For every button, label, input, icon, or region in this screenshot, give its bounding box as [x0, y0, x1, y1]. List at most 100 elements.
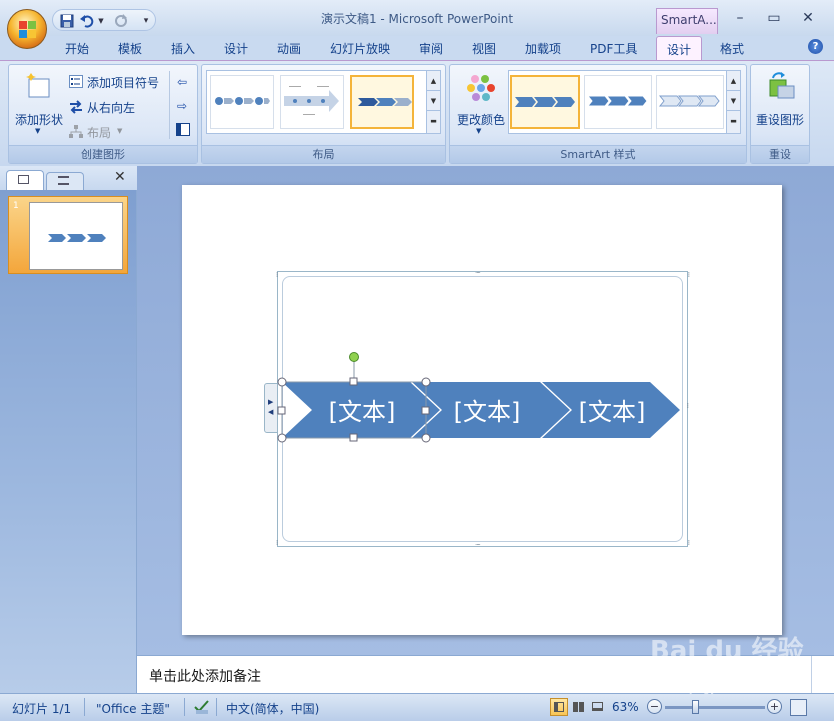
change-colors-label: 更改颜色 [457, 113, 506, 127]
chevron-text-2[interactable]: [文本] [437, 392, 537, 427]
scroll-down-icon[interactable]: ▼ [727, 91, 740, 111]
gallery-more-icon[interactable]: ▬ [427, 111, 440, 131]
divider [216, 698, 217, 716]
chevron-text-3[interactable]: [文本] [562, 392, 662, 427]
ribbon-tabs: 开始 模板 插入 设计 动画 幻灯片放映 审阅 视图 加载项 PDF工具 设计 … [0, 36, 834, 61]
tab-animation[interactable]: 动画 [277, 40, 301, 57]
slide-number: 1 [13, 201, 19, 211]
status-bar: 幻灯片 1/1 "Office 主题" 中文(简体，中国) 63% − + [0, 693, 834, 721]
outline-tab-icon [58, 176, 69, 185]
tab-design[interactable]: 设计 [224, 40, 248, 57]
tab-pdf-tools[interactable]: PDF工具 [590, 40, 637, 57]
spell-check-icon[interactable] [193, 699, 211, 718]
styles-gallery: ▲ ▼ ▬ [508, 70, 741, 134]
tab-slideshow[interactable]: 幻灯片放映 [330, 40, 390, 57]
notes-placeholder: 单击此处添加备注 [149, 669, 261, 685]
add-bullet-label: 添加项目符号 [87, 76, 160, 90]
layout-thumb-arrow-process[interactable] [280, 75, 344, 129]
notes-scrollbar[interactable] [811, 656, 812, 694]
slide-thumbnail[interactable]: 1 [8, 196, 128, 274]
slide-sorter-button[interactable] [569, 698, 587, 716]
tab-smartart-design[interactable]: 设计 [656, 36, 702, 61]
undo-dropdown-icon[interactable]: ▼ [97, 13, 105, 29]
smartart-tools-context-tab: SmartA... [656, 8, 718, 34]
slides-tab-icon [18, 175, 29, 184]
language: 中文(简体，中国) [226, 702, 320, 716]
change-colors-button[interactable]: 更改颜色 ▼ [452, 69, 508, 139]
style-thumb-white-outline[interactable] [584, 75, 652, 129]
zoom-level[interactable]: 63% [612, 700, 639, 714]
slides-pane-body: 1 [0, 190, 136, 693]
help-icon[interactable]: ? [808, 39, 823, 54]
text-pane-icon[interactable] [176, 123, 190, 136]
tab-review[interactable]: 审阅 [419, 40, 443, 57]
zoom-in-icon[interactable]: + [767, 699, 782, 714]
slideshow-button[interactable] [588, 698, 606, 716]
right-to-left-button[interactable]: 从右向左 [69, 98, 169, 116]
tab-template[interactable]: 模板 [118, 40, 142, 57]
layout-button[interactable]: 布局 ▼ [69, 123, 169, 141]
layout-thumb-basic-chevron[interactable] [210, 75, 274, 129]
resize-handle-edge [421, 406, 430, 415]
resize-handle-corner [421, 433, 431, 443]
theme-name: "Office 主题" [96, 702, 170, 716]
scroll-up-icon[interactable]: ▲ [727, 71, 740, 91]
undo-icon[interactable] [79, 13, 95, 29]
save-icon[interactable] [59, 13, 75, 29]
group-reset: 重设图形 重设 [750, 64, 810, 164]
slide-canvas[interactable]: ⁞ ⁞ ⁞ ⁞ ···· ···· ⁞ ▶ ◀ [文本] [文本] [文本] [182, 185, 782, 635]
tab-outline[interactable] [46, 172, 84, 190]
ribbon: 添加形状 ▼ 添加项目符号 从右向左 布局 ▼ ⇦ ⇨ 创建图形 ▲ ▼ ▬ 布… [0, 60, 834, 166]
layouts-gallery-scroll[interactable]: ▲ ▼ ▬ [426, 71, 440, 133]
add-shape-button[interactable]: 添加形状 ▼ [11, 69, 65, 139]
reset-graphic-button[interactable]: 重设图形 [753, 69, 809, 139]
office-button[interactable] [7, 9, 47, 49]
tab-insert[interactable]: 插入 [171, 40, 195, 57]
chevron-process-icon [358, 98, 412, 106]
resize-handle-corner [277, 377, 287, 387]
close-pane-icon[interactable]: ✕ [114, 169, 126, 185]
scroll-down-icon[interactable]: ▼ [427, 91, 440, 111]
block-arrow-icon [284, 86, 339, 115]
change-colors-dropdown-icon: ▼ [476, 127, 482, 135]
tab-format[interactable]: 格式 [720, 40, 744, 57]
chevron-text-1[interactable]: [文本] [312, 392, 412, 427]
style-light-chevrons-icon [658, 95, 720, 107]
tab-view[interactable]: 视图 [472, 40, 496, 57]
slide-editing-area: ⁞ ⁞ ⁞ ⁞ ···· ···· ⁞ ▶ ◀ [文本] [文本] [文本] [137, 166, 834, 655]
divider [84, 698, 85, 716]
style-thumb-subtle[interactable] [656, 75, 724, 129]
watermark-url: jingyan.baidu.com [690, 682, 792, 695]
tab-slides[interactable] [6, 170, 44, 190]
style-flat-chevrons-icon [515, 97, 575, 107]
add-shape-icon [26, 73, 50, 98]
zoom-out-icon[interactable]: − [647, 699, 662, 714]
zoom-slider[interactable] [665, 706, 765, 709]
layout-label: 布局 [87, 126, 112, 140]
fit-to-window-icon[interactable] [790, 699, 807, 716]
tab-home[interactable]: 开始 [65, 40, 89, 57]
slide-sorter-icon [573, 702, 584, 712]
tab-addins[interactable]: 加载项 [525, 40, 561, 57]
normal-view-button[interactable] [550, 698, 568, 716]
resize-handle-corner [277, 433, 287, 443]
gallery-more-icon[interactable]: ▬ [727, 111, 740, 131]
layout-thumb-chevron-process[interactable] [350, 75, 414, 129]
customize-qat-icon[interactable]: ▾ [141, 13, 151, 29]
resize-handle-corner [421, 377, 431, 387]
scroll-up-icon[interactable]: ▲ [427, 71, 440, 91]
maximize-button[interactable]: ▭ [758, 8, 790, 28]
redo-icon[interactable] [113, 13, 129, 29]
resize-handle-edge [277, 406, 286, 415]
promote-icon[interactable]: ⇦ [177, 75, 187, 89]
resize-handle-edge [349, 433, 358, 442]
zoom-slider-handle[interactable] [692, 700, 699, 714]
right-to-left-label: 从右向左 [87, 101, 136, 115]
styles-gallery-scroll[interactable]: ▲ ▼ ▬ [726, 71, 740, 133]
demote-icon[interactable]: ⇨ [177, 99, 187, 113]
close-button[interactable]: ✕ [792, 8, 824, 28]
style-thumb-simple-fill[interactable] [510, 75, 580, 129]
minimize-button[interactable]: – [724, 8, 756, 28]
slide-thumbnail-preview [29, 202, 123, 270]
add-bullet-button[interactable]: 添加项目符号 [69, 73, 169, 91]
